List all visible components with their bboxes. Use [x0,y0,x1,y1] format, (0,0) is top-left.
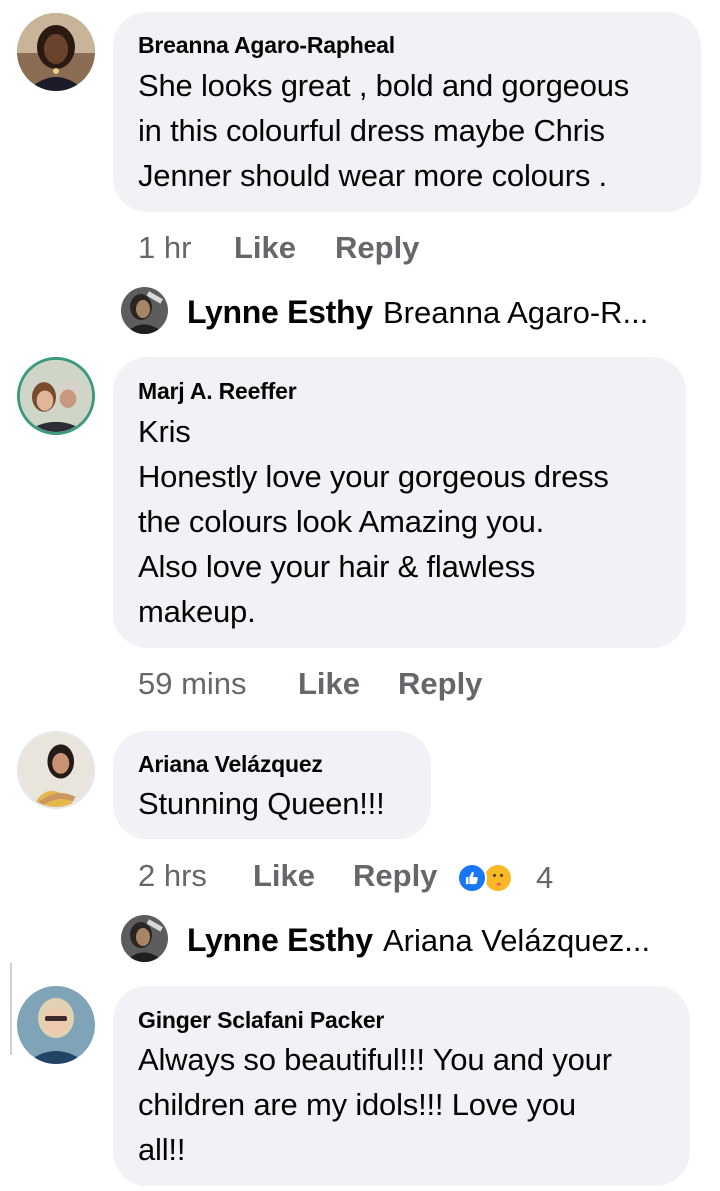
avatar[interactable] [121,287,168,334]
comment-text: Always so beautiful!!! You and your chil… [138,1042,612,1167]
reply-preview-text[interactable]: Breanna Agaro-R... [383,295,648,331]
comment-text: Stunning Queen!!! [138,786,385,821]
thread-line [10,963,12,1055]
avatar[interactable] [17,357,95,435]
reply-author[interactable]: Lynne Esthy [187,294,373,331]
avatar-photo [17,13,95,91]
reply-button[interactable]: Reply [398,666,482,702]
avatar-photo [121,915,168,962]
reply-preview-text[interactable]: Ariana Velázquez... [383,923,650,959]
reply-button[interactable]: Reply [335,230,419,266]
avatar[interactable] [121,915,168,962]
comment-timestamp[interactable]: 59 mins [138,666,247,702]
reply-button[interactable]: Reply [353,858,437,894]
reply-author[interactable]: Lynne Esthy [187,922,373,959]
like-icon [457,863,487,893]
comment-timestamp[interactable]: 1 hr [138,230,191,266]
comment-timestamp[interactable]: 2 hrs [138,858,207,894]
avatar[interactable] [17,13,95,91]
comment-text: She looks great , bold and gorgeous in t… [138,68,630,193]
avatar-photo [20,360,92,432]
reaction-summary[interactable]: 4 [457,860,557,896]
like-button[interactable]: Like [234,230,296,266]
avatar-photo [17,986,95,1064]
care-icon [483,863,513,893]
comment-author[interactable]: Ariana Velázquez [138,751,323,778]
avatar[interactable] [17,731,95,809]
comment-author[interactable]: Ginger Sclafani Packer [138,1007,384,1034]
like-button[interactable]: Like [253,858,315,894]
reaction-count: 4 [536,860,554,895]
like-button[interactable]: Like [298,666,360,702]
avatar[interactable] [17,986,95,1064]
comment-text: Kris Honestly love your gorgeous dress t… [138,414,609,629]
avatar-photo [19,733,93,807]
comment-author[interactable]: Breanna Agaro-Rapheal [138,32,395,59]
avatar-photo [121,287,168,334]
comment-author[interactable]: Marj A. Reeffer [138,378,297,405]
